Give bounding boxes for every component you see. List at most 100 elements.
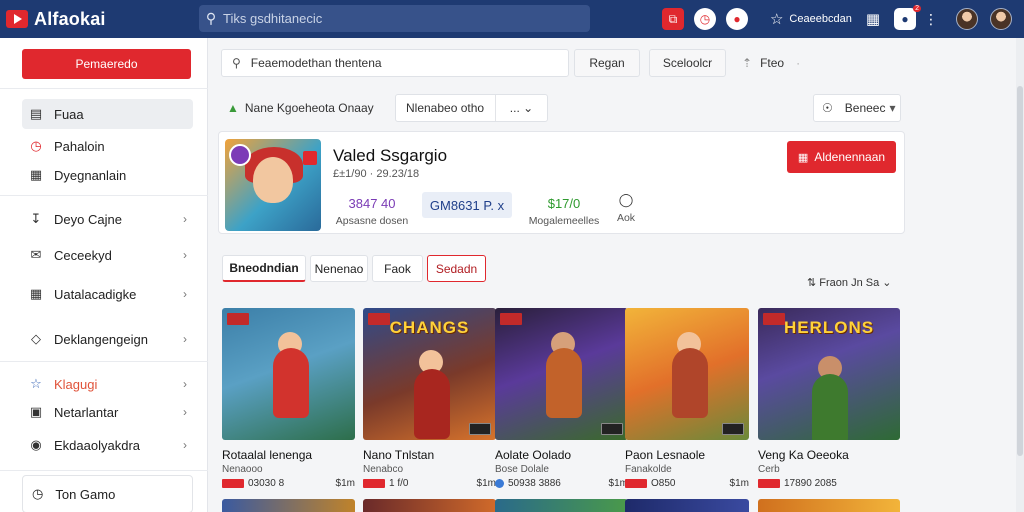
global-search-input[interactable]: ⚲ Tiks gsdhitanecic	[199, 5, 590, 32]
calendar-icon: ▦	[29, 286, 43, 301]
divider	[0, 195, 208, 196]
game-card-partial[interactable]	[758, 499, 900, 512]
more-icon[interactable]: ⋮	[924, 11, 938, 28]
collection-select[interactable]: Nlenabeo otho ... ⌄	[395, 94, 548, 122]
sidebar-item-categories[interactable]: ▦ Dyegnanlain	[22, 160, 193, 190]
tab-bestsellers[interactable]: Bneodndian	[222, 255, 306, 282]
sidebar-item-community[interactable]: ◉ Ekdaaolyakdra ›	[22, 430, 193, 460]
sort-select[interactable]: ☉ Beneec ▾	[813, 94, 901, 122]
clock-icon: ◷	[30, 138, 42, 153]
app-logo[interactable]: Alfaokai	[6, 9, 106, 30]
game-subtitle: Bose Dolale	[495, 464, 549, 475]
game-card-partial[interactable]	[363, 499, 496, 512]
search-icon: ⚲	[232, 56, 241, 70]
library-search-input[interactable]: ⚲ Feaemodethan thentena	[221, 49, 569, 77]
notifications-button[interactable]: ● 2	[894, 5, 921, 30]
game-price-row: 1 f/0 $1m	[363, 478, 496, 489]
avatar[interactable]	[956, 8, 978, 30]
stat-info[interactable]: ◯ Aok	[613, 192, 639, 224]
sidebar-item-recent[interactable]: ◷ Pahaloin	[22, 131, 193, 161]
tab-free[interactable]: Faok	[372, 255, 423, 282]
game-thumbnail	[222, 308, 355, 440]
globe-icon	[495, 479, 504, 488]
chevron-right-icon: ›	[183, 438, 187, 452]
game-price: 03030 8	[248, 478, 285, 489]
filter-region-button[interactable]: Regan	[574, 49, 640, 77]
library-search-value: Feaemodethan thentena	[250, 56, 382, 70]
tag-icon: ◇	[31, 331, 41, 346]
game-subtitle: Fanakolde	[625, 464, 672, 475]
game-card-partial[interactable]	[222, 499, 355, 512]
avatar-secondary[interactable]	[990, 8, 1012, 30]
sidebar-item-downloads[interactable]: ↧ Deyo Cajne ›	[22, 204, 193, 234]
game-price-row: 03030 8 $1m	[222, 478, 355, 489]
stat-value: 3847 40	[348, 196, 396, 211]
sidebar-item-home[interactable]: ▤ Fuaa	[22, 99, 193, 129]
divider	[0, 470, 208, 471]
game-card-partial[interactable]	[625, 499, 749, 512]
sidebar-item-tags[interactable]: ◇ Deklangengeign ›	[22, 324, 193, 354]
collection-tag[interactable]: ▲ Nane Kgoeheota Onaay	[221, 94, 384, 122]
page-scrollbar[interactable]	[1016, 38, 1024, 512]
sidebar-item-calendar[interactable]: ▦ Uatalacadigke ›	[22, 279, 193, 309]
version-chip[interactable]: GM8631 P. x	[422, 192, 512, 218]
art-figure	[672, 347, 709, 418]
star-icon: ☆	[769, 11, 784, 28]
game-card[interactable]: Rotaalal lenenga Nenaooo 03030 8 $1m	[222, 308, 355, 489]
sort-icon: ⇡	[742, 56, 753, 70]
game-art-title: CHANGS	[389, 318, 470, 337]
game-title: Aolate Oolado	[495, 448, 572, 462]
game-card[interactable]: HERLONS Veng Ka Oeeoka Cerb 17890 2085	[758, 308, 900, 489]
game-card[interactable]: Paon Lesnaole Fanakolde O850 $1m	[625, 308, 749, 489]
filter-free-button[interactable]: ⇡ Fteo ·	[736, 49, 826, 77]
game-subtitle: Nenabco	[363, 464, 404, 475]
stat-value: $17/0	[547, 196, 581, 211]
sidebar-item-label: Fuaa	[54, 106, 84, 122]
grid-icon: ▦	[29, 167, 43, 182]
chevron-right-icon: ›	[183, 332, 187, 346]
game-title: Veng Ka Oeeoka	[758, 448, 849, 462]
game-price-row: O850 $1m	[625, 478, 749, 489]
sidebar-item-messages[interactable]: ✉ Ceceekyd ›	[22, 240, 193, 270]
download-icon: ↧	[30, 211, 42, 226]
stat-players: 3847 40 Apsasne dosen	[332, 196, 412, 227]
sort-control[interactable]: ⇅ Fraon Jn Sa ⌄	[807, 276, 891, 289]
featured-game-art	[225, 139, 321, 231]
stat-price: $17/0 Mogalemeelles	[519, 196, 609, 227]
featured-game-title: Valed Ssgargio	[333, 146, 448, 165]
sidebar-item-favorites[interactable]: ☆ Klagugi ›	[22, 369, 193, 399]
install-button[interactable]: ▦ Aldenennaan	[787, 141, 896, 173]
calendar-icon[interactable]: ▦	[866, 10, 880, 28]
record-button[interactable]: ●	[725, 8, 748, 30]
filter-schedule-button[interactable]: Sceloolcr	[649, 49, 726, 77]
top-games-label: Ton Gamo	[55, 486, 116, 502]
info-icon: ◯	[618, 192, 634, 207]
chevron-right-icon: ›	[183, 377, 187, 391]
search-placeholder: Tiks gsdhitanecic	[223, 11, 323, 26]
game-card[interactable]: CHANGS Nano Tnlstan Nenabco 1 f/0 $1m	[363, 308, 496, 489]
sidebar-item-label: Deyo Cajne	[54, 211, 122, 227]
clock-button[interactable]: ◷	[693, 8, 716, 30]
red-square-button[interactable]: ⧉	[661, 8, 684, 30]
favorites-link[interactable]: ☆ Ceaeebcdan	[770, 10, 852, 28]
stat-label: Mogalemeelles	[528, 215, 600, 227]
primary-action-button[interactable]: Pemaeredo	[22, 49, 191, 79]
game-card-partial[interactable]	[495, 499, 628, 512]
featured-game-card[interactable]: Valed Ssgargio £±1/90 · 29.23/18 3847 40…	[218, 131, 905, 234]
sale-tag-icon	[363, 479, 385, 488]
star-icon: ☆	[30, 376, 42, 391]
more-label: ...	[509, 101, 520, 115]
tab-sale[interactable]: Sedadn	[427, 255, 486, 282]
scrollbar-thumb[interactable]	[1017, 86, 1023, 456]
game-thumbnail: CHANGS	[363, 308, 496, 440]
game-size: $1m	[335, 478, 355, 489]
game-card[interactable]: Aolate Oolado Bose Dolale 50938 3886 $1m	[495, 308, 628, 489]
top-games-button[interactable]: ◷ Ton Gamo	[22, 475, 193, 512]
tab-new[interactable]: Nenenao	[310, 255, 368, 282]
sidebar-item-media[interactable]: ▣ Netarlantar ›	[22, 397, 193, 427]
settings-icon: ☉	[822, 101, 833, 115]
favorites-label: Ceaeebcdan	[789, 13, 852, 25]
notification-badge: 2	[913, 5, 921, 12]
download-icon: ▦	[797, 151, 809, 164]
sale-tag-icon	[758, 479, 780, 488]
